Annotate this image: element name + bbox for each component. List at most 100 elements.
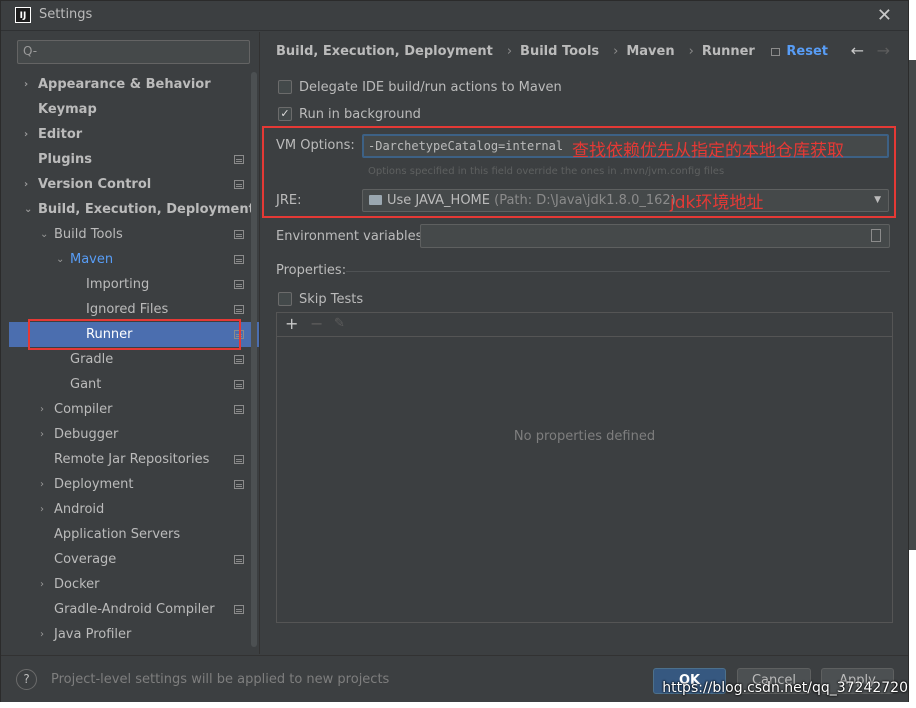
tree-item-label: Gradle-Android Compiler xyxy=(54,602,215,617)
tree-item-label: Keymap xyxy=(38,102,97,117)
tree-item-label: Remote Jar Repositories xyxy=(54,452,210,467)
chevron-down-icon[interactable]: ⌄ xyxy=(56,247,64,272)
tree-item-label: Build, Execution, Deployment xyxy=(38,202,255,217)
tree-item-label: Docker xyxy=(54,577,100,592)
jre-path: (Path: D:\Java\jdk1.8.0_162) xyxy=(494,193,676,208)
chevron-right-icon[interactable]: › xyxy=(40,397,44,422)
tree-item-build-execution-deployment[interactable]: ⌄ Build, Execution, Deployment xyxy=(9,197,259,222)
chevron-down-icon[interactable]: ▼ xyxy=(874,190,881,211)
tree-item-editor[interactable]: › Editor xyxy=(9,122,259,147)
project-scope-icon xyxy=(234,155,244,164)
project-scope-icon xyxy=(234,305,244,314)
chevron-right-icon[interactable]: › xyxy=(40,422,44,447)
chevron-down-icon[interactable]: ⌄ xyxy=(24,197,32,222)
chevron-down-icon[interactable]: ⌄ xyxy=(40,222,48,247)
tree-item-label: Debugger xyxy=(54,427,119,442)
help-icon[interactable]: ? xyxy=(16,669,37,690)
project-scope-icon xyxy=(234,280,244,289)
chevron-right-icon[interactable]: › xyxy=(40,497,44,522)
tree-item-gradle-android-compiler[interactable]: Gradle-Android Compiler xyxy=(9,597,259,622)
tree-item-keymap[interactable]: Keymap xyxy=(9,97,259,122)
background-window-strip xyxy=(908,60,916,550)
title-bar: IJ Settings ✕ xyxy=(1,1,908,31)
background-checkbox-row[interactable]: ✓ Run in background xyxy=(278,106,421,124)
add-icon[interactable]: + xyxy=(285,314,298,333)
jre-select[interactable]: Use JAVA_HOME (Path: D:\Java\jdk1.8.0_16… xyxy=(362,189,889,212)
skip-tests-label: Skip Tests xyxy=(299,292,364,307)
tree-item-label: Editor xyxy=(38,127,83,142)
jre-label: JRE: xyxy=(276,193,302,208)
vm-options-value: -DarchetypeCatalog=internal xyxy=(368,139,564,153)
runner-settings-panel: Build, Execution, Deployment › Build Tools… xyxy=(260,32,908,654)
breadcrumb-item: Runner xyxy=(701,44,755,59)
vm-options-hint: Options specified in this field override… xyxy=(368,166,725,177)
search-icon: Q- xyxy=(23,44,38,58)
jre-value: Use JAVA_HOME xyxy=(387,193,490,208)
tree-item-debugger[interactable]: › Debugger xyxy=(9,422,259,447)
tree-item-remote-jar-repositories[interactable]: Remote Jar Repositories xyxy=(9,447,259,472)
tree-item-compiler[interactable]: › Compiler xyxy=(9,397,259,422)
chevron-right-icon[interactable]: › xyxy=(40,572,44,597)
breadcrumb: Build, Execution, Deployment › Build Tools… xyxy=(276,44,786,59)
tree-item-coverage[interactable]: Coverage xyxy=(9,547,259,572)
tree-item-label: Maven xyxy=(70,252,114,267)
tree-item-gradle[interactable]: Gradle xyxy=(9,347,259,372)
reset-link[interactable]: Reset xyxy=(786,44,828,59)
forward-arrow-icon[interactable]: → xyxy=(877,41,890,60)
window-title: Settings xyxy=(39,7,93,22)
tree-item-label: Application Servers xyxy=(54,527,181,542)
remove-icon[interactable]: − xyxy=(310,314,323,333)
delegate-label: Delegate IDE build/run actions to Maven xyxy=(299,80,562,95)
sidebar-scrollbar[interactable] xyxy=(251,72,257,647)
edit-pencil-icon[interactable]: ✎ xyxy=(334,316,345,331)
project-scope-icon xyxy=(234,480,244,489)
tree-item-plugins[interactable]: Plugins xyxy=(9,147,259,172)
intellij-app-icon: IJ xyxy=(15,7,31,23)
folder-icon xyxy=(369,194,382,205)
properties-separator xyxy=(346,271,890,272)
project-scope-icon xyxy=(234,355,244,364)
tree-item-label: Deployment xyxy=(54,477,134,492)
background-checkbox[interactable]: ✓ xyxy=(278,106,292,121)
tree-item-maven[interactable]: ⌄ Maven xyxy=(9,247,259,272)
empty-properties-text: No properties defined xyxy=(513,429,656,444)
project-scope-icon xyxy=(234,405,244,414)
background-label: Run in background xyxy=(299,107,421,122)
skip-tests-row[interactable]: Skip Tests xyxy=(278,291,363,309)
tree-item-build-tools[interactable]: ⌄ Build Tools xyxy=(9,222,259,247)
tree-item-application-servers[interactable]: Application Servers xyxy=(9,522,259,547)
tree-item-docker[interactable]: › Docker xyxy=(9,572,259,597)
chevron-right-icon[interactable]: › xyxy=(24,122,28,147)
chevron-right-icon[interactable]: › xyxy=(40,472,44,497)
project-scope-icon xyxy=(234,455,244,464)
project-scope-icon xyxy=(234,605,244,614)
tree-item-deployment[interactable]: › Deployment xyxy=(9,472,259,497)
project-scope-icon xyxy=(234,380,244,389)
tree-item-label: Android xyxy=(54,502,105,517)
chevron-right-icon[interactable]: › xyxy=(24,72,28,97)
tree-item-version-control[interactable]: › Version Control xyxy=(9,172,259,197)
delegate-checkbox[interactable] xyxy=(278,79,292,94)
breadcrumb-item: Build Tools xyxy=(520,44,600,59)
footer-note: Project-level settings will be applied t… xyxy=(51,672,390,687)
env-variables-field[interactable] xyxy=(420,224,890,248)
breadcrumb-item: Build, Execution, Deployment xyxy=(276,44,493,59)
tree-item-label: Gant xyxy=(70,377,102,392)
delegate-checkbox-row[interactable]: Delegate IDE build/run actions to Maven xyxy=(278,79,562,97)
runner-highlight-box xyxy=(28,319,241,350)
tree-item-gant[interactable]: Gant xyxy=(9,372,259,397)
back-arrow-icon[interactable]: ← xyxy=(851,41,864,60)
skip-tests-checkbox[interactable] xyxy=(278,291,292,306)
tree-item-java-profiler[interactable]: › Java Profiler xyxy=(9,622,259,647)
tree-item-importing[interactable]: Importing xyxy=(9,272,259,297)
browse-document-icon[interactable] xyxy=(871,229,881,242)
chevron-right-icon[interactable]: › xyxy=(40,622,44,647)
vm-annotation: 查找依赖优先从指定的本地仓库获取 xyxy=(572,141,844,161)
tree-item-appearance-behavior[interactable]: › Appearance & Behavior xyxy=(9,72,259,97)
chevron-right-icon[interactable]: › xyxy=(24,172,28,197)
search-input[interactable]: Q- xyxy=(17,40,250,64)
tree-item-android[interactable]: › Android xyxy=(9,497,259,522)
jre-annotation: jdk环境地址 xyxy=(670,193,764,213)
env-variables-label: Environment variables: xyxy=(276,229,427,244)
close-icon[interactable]: ✕ xyxy=(877,5,892,26)
